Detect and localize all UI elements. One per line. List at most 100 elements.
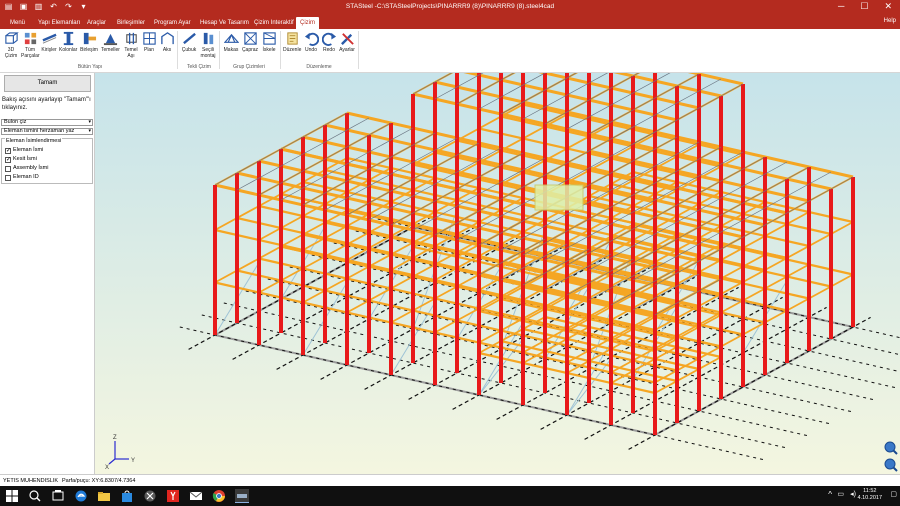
temeller-button[interactable]: Temeller <box>101 31 120 53</box>
tab-program-ayar[interactable]: Program Ayar <box>150 17 195 29</box>
ribbon-separator <box>280 31 281 69</box>
undo-button[interactable]: Undo <box>302 31 320 53</box>
file-explorer-icon[interactable] <box>97 489 111 503</box>
3d-view-icon <box>4 32 19 44</box>
ayarlar-button[interactable]: Ayarlar <box>338 31 356 53</box>
plan-button[interactable]: Plan <box>140 31 158 53</box>
all-parts-icon <box>24 32 36 45</box>
chrome-icon[interactable] <box>212 489 226 503</box>
tab-birlesimler[interactable]: Birleşimler <box>113 17 149 29</box>
beam <box>720 309 788 348</box>
element-name-checkbox[interactable]: ✓ Eleman İsmi <box>5 147 43 154</box>
system-clock[interactable]: 11:52 4.10.2017 <box>858 488 882 502</box>
axis-gizmo: Z X Y <box>105 435 135 471</box>
tray-chevron-up-icon[interactable]: ^ <box>828 490 832 499</box>
beam <box>742 263 810 302</box>
beam <box>258 255 326 294</box>
windows-start-icon[interactable] <box>5 489 19 503</box>
beam <box>302 213 370 251</box>
kolonlar-button[interactable]: Kolonlar <box>59 31 77 53</box>
stasteel-app-icon[interactable] <box>235 489 249 503</box>
edit-document-icon <box>286 32 298 45</box>
group-label-butun-yapi: Bütün Yapı <box>77 64 103 70</box>
tab-menu[interactable]: Menü <box>6 17 29 29</box>
bar-icon <box>182 32 196 45</box>
maximize-button[interactable]: ☐ <box>860 1 868 12</box>
makas-button[interactable]: Makas <box>222 31 240 53</box>
ribbon-tabs: Menü Yapı Elemanları Araçlar Birleşimler… <box>0 15 900 29</box>
3d-cizim-button[interactable]: 3D Çizim <box>2 31 20 59</box>
notifications-icon[interactable]: ▢ <box>890 490 897 498</box>
group-label-grup-cizimleri: Grup Çizimleri <box>233 64 265 70</box>
chevron-down-icon: ▾ <box>88 119 91 125</box>
foundation-anchor-icon <box>125 32 137 45</box>
store-icon[interactable] <box>120 489 134 503</box>
network-icon[interactable]: ▭ <box>837 490 844 498</box>
yandex-icon[interactable] <box>166 489 180 503</box>
beam <box>588 227 656 265</box>
help-link[interactable]: Help <box>884 18 896 24</box>
edge-browser-icon[interactable] <box>74 489 88 503</box>
plan-icon <box>142 32 156 45</box>
beam <box>368 177 436 215</box>
title-bar: ▤ ▣ ▥ ↶ ↷ ▾ STASteel -C:\STASteelProject… <box>0 0 900 15</box>
cubuk-button[interactable]: Çubuk <box>180 31 198 53</box>
duzenle-button[interactable]: Düzenle <box>283 31 301 53</box>
tab-cizim[interactable]: Çizim <box>296 17 319 29</box>
beam <box>742 211 810 249</box>
beam <box>478 316 546 354</box>
redo-button[interactable]: Redo <box>320 31 338 53</box>
mail-icon[interactable] <box>189 489 203 503</box>
bolt-draw-select[interactable]: Bulon çiz ▾ <box>1 119 93 126</box>
beam <box>786 221 854 259</box>
connection-icon <box>83 32 96 45</box>
selected-assembly-icon <box>203 32 213 45</box>
search-icon[interactable] <box>28 489 42 503</box>
volume-icon[interactable]: ◂) <box>850 490 856 498</box>
birlesim-button[interactable]: Birleşim <box>80 31 98 53</box>
tab-hesap-ve-tasarim[interactable]: Hesap Ve Tasarım <box>196 17 253 29</box>
assembly-name-checkbox[interactable]: Assembly İsmi <box>5 165 48 172</box>
ok-button[interactable]: Tamam <box>4 75 91 92</box>
chevron-down-icon: ▾ <box>88 128 91 134</box>
element-naming-group: Eleman İsimlendirmesi ✓ Eleman İsmi ✓ Ke… <box>1 138 93 184</box>
tab-yapi-elemanlari[interactable]: Yapı Elemanları <box>34 17 84 29</box>
capraz-button[interactable]: Çapraz <box>241 31 259 53</box>
beam <box>786 273 854 312</box>
close-button[interactable]: ✕ <box>884 1 892 12</box>
group-label-duzenleme: Düzenleme <box>306 64 332 70</box>
redo-icon <box>321 32 336 46</box>
zoom-out-icon[interactable] <box>884 458 898 472</box>
checkbox-checked-icon: ✓ <box>5 156 12 163</box>
task-view-icon[interactable] <box>51 489 65 503</box>
element-id-checkbox[interactable]: Eleman ID <box>5 174 39 181</box>
axis-x-label: X <box>105 465 109 471</box>
beam <box>456 197 524 235</box>
element-name-select[interactable]: Eleman ismini herzaman yaz ▾ <box>1 128 93 135</box>
minimize-button[interactable]: ─ <box>838 1 844 12</box>
beam <box>676 299 744 338</box>
tab-araclar[interactable]: Araçlar <box>83 17 110 29</box>
zoom-in-icon[interactable] <box>884 441 898 455</box>
tab-cizim-interaktif[interactable]: Çizim Interaktif <box>250 17 298 29</box>
undo-icon <box>304 32 319 46</box>
beam-icon <box>41 33 57 44</box>
beam <box>258 203 326 241</box>
status-bar: YETIS MUHENDISLIK Parfa/puçu: XY:6.8307/… <box>0 474 900 486</box>
group-label-tekli-cizim: Tekli Çizim <box>187 64 211 70</box>
section-name-checkbox[interactable]: ✓ Kesit İsmi <box>5 156 37 163</box>
xbox-icon[interactable] <box>143 489 157 503</box>
3d-viewport[interactable]: Z X Y <box>95 73 900 474</box>
beam <box>280 157 348 195</box>
kirisler-button[interactable]: Kirişler <box>40 31 58 53</box>
temel-asi-button[interactable]: Temel Aşı <box>122 31 140 59</box>
beam <box>214 193 282 231</box>
ribbon: 3D Çizim Tüm Parçalar Kirişler Kolonlar … <box>0 29 900 73</box>
beam <box>324 167 392 205</box>
aks-button[interactable]: Aks <box>158 31 176 53</box>
secili-montaj-button[interactable]: Seçili montaj <box>199 31 217 59</box>
settings-tools-icon <box>340 33 354 45</box>
tum-parcalar-button[interactable]: Tüm Parçalar <box>21 31 40 59</box>
windows-taskbar: ^ ▭ ◂) 11:52 4.10.2017 ▢ <box>0 486 900 506</box>
iskele-button[interactable]: İskele <box>260 31 278 53</box>
